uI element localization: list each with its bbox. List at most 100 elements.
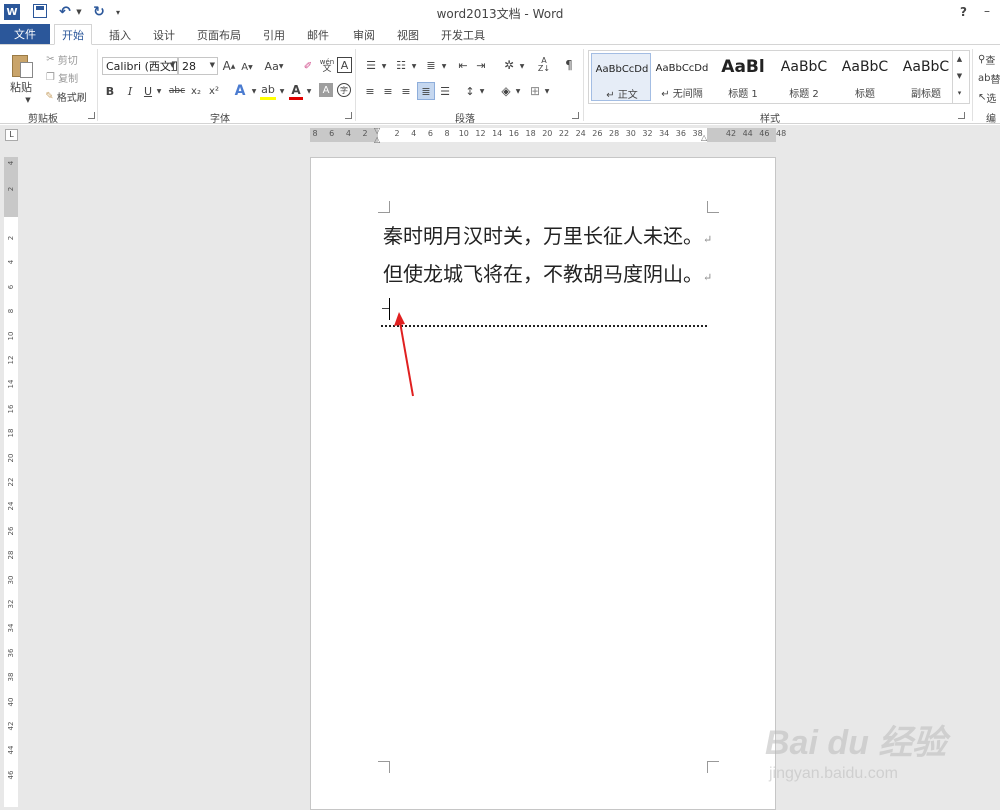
grow-font-button[interactable]: A ▲ — [222, 58, 236, 74]
ruler-number: 38 — [7, 672, 15, 682]
line-spacing-icon[interactable]: ↕ — [462, 83, 478, 99]
style-item-subtitle[interactable]: AaBbC 副标题 — [896, 53, 956, 101]
document-line-1[interactable]: 秦时明月汉时关，万里长征人未还。↵ — [383, 220, 712, 249]
gallery-more-icon[interactable]: ▾ — [953, 85, 966, 102]
underline-button[interactable]: U — [142, 83, 154, 99]
paste-dropdown-icon[interactable]: ▼ — [24, 95, 32, 105]
decrease-indent-icon[interactable]: ⇤ — [455, 57, 471, 73]
clear-formatting-icon[interactable]: ✐ — [300, 58, 316, 74]
crop-mark — [707, 761, 719, 773]
cursor-icon: ↖ — [978, 91, 987, 103]
styles-launcher-icon[interactable] — [958, 112, 965, 119]
sort-icon[interactable]: A Z↓ — [536, 55, 552, 75]
first-line-indent-marker[interactable]: ▽ — [374, 126, 380, 135]
strikethrough-button[interactable]: abc — [168, 83, 186, 99]
ruler-number: 44 — [7, 745, 15, 755]
vertical-ruler[interactable]: 4 2 2 4 6 8 10 12 14 16 18 20 22 24 26 28 30 32 34 36 38 40 42… — [4, 157, 18, 807]
align-left-icon[interactable]: ≡ — [362, 83, 378, 99]
title-bar: W ↶ ▼ ↻ ▾ word2013文档 - Word ? – — [0, 0, 1000, 24]
tab-page-layout[interactable]: 页面布局 — [194, 24, 244, 45]
change-case-button[interactable]: Aa ▼ — [262, 58, 286, 74]
help-button[interactable]: ? — [960, 5, 967, 19]
horizontal-ruler[interactable]: 8642 2 4 6 8 10 12 14 16 18 20 22 24 26 28 30 32 34 36 38 4… — [310, 126, 786, 144]
ruler-number: 18 — [7, 428, 15, 438]
text-effects-dropdown-icon[interactable]: ▼ — [250, 85, 258, 97]
underline-dropdown-icon[interactable]: ▼ — [155, 85, 163, 97]
copy-icon: ❐ — [45, 71, 55, 83]
clipboard-launcher-icon[interactable] — [88, 112, 95, 119]
copy-button[interactable]: ❐ 复制 — [42, 70, 82, 85]
hanging-indent-marker[interactable]: △ — [374, 135, 380, 144]
multilevel-list-icon[interactable]: ≣ — [422, 57, 440, 73]
style-gallery-scroll[interactable]: ▲ ▼ ▾ — [952, 51, 966, 103]
chevron-down-icon[interactable]: ▼ — [953, 68, 966, 85]
format-painter-button[interactable]: ✎ 格式刷 — [42, 89, 90, 104]
tab-references[interactable]: 引用 — [256, 24, 292, 45]
tab-insert[interactable]: 插入 — [102, 24, 138, 45]
style-item-heading-2[interactable]: AaBbC 标题 2 — [774, 53, 834, 101]
font-family-select[interactable]: Calibri (西文正 ▼ — [102, 57, 178, 75]
style-item-heading-1[interactable]: AaBl 标题 1 — [713, 53, 773, 101]
style-item-no-spacing[interactable]: AaBbCcDd ↵ 无间隔 — [652, 53, 712, 101]
enclosed-character-icon[interactable]: 字 — [337, 83, 351, 97]
shading-icon[interactable]: ◈ — [498, 83, 514, 99]
tab-file[interactable]: 文件 — [0, 24, 50, 44]
style-item-title[interactable]: AaBbC 标题 — [835, 53, 895, 101]
find-button[interactable]: ⚲ 查 — [978, 51, 1000, 67]
tab-home[interactable]: 开始 — [54, 24, 92, 45]
numbering-icon[interactable]: ☷ — [392, 57, 410, 73]
chevron-up-icon[interactable]: ▲ — [953, 51, 966, 68]
right-indent-marker[interactable]: △ — [701, 133, 707, 142]
ruler-number: 40 — [7, 697, 15, 707]
italic-button[interactable]: I — [124, 83, 136, 99]
replace-button[interactable]: ab 替 — [978, 70, 1000, 86]
tab-developer[interactable]: 开发工具 — [436, 24, 490, 45]
document-line-2[interactable]: 但使龙城飞将在，不教胡马度阴山。↵ — [383, 258, 712, 287]
font-color-button[interactable]: A — [289, 82, 303, 100]
increase-indent-icon[interactable]: ⇥ — [473, 57, 489, 73]
borders-dropdown-icon[interactable]: ▼ — [543, 85, 551, 97]
line-spacing-dropdown-icon[interactable]: ▼ — [478, 85, 486, 97]
character-shading-icon[interactable]: A — [319, 83, 333, 97]
highlight-icon[interactable]: ab — [260, 82, 276, 100]
font-color-dropdown-icon[interactable]: ▼ — [305, 85, 313, 97]
distributed-icon[interactable]: ☰ — [437, 83, 453, 99]
tab-design[interactable]: 设计 — [146, 24, 182, 45]
group-label-paragraph: 段落 — [455, 114, 475, 125]
asian-layout-dropdown-icon[interactable]: ▼ — [518, 60, 526, 72]
style-item-normal[interactable]: AaBbCcDd ↵ 正文 — [591, 53, 651, 101]
tab-review[interactable]: 审阅 — [346, 24, 382, 45]
paste-button[interactable]: 粘贴 — [6, 80, 36, 94]
highlight-dropdown-icon[interactable]: ▼ — [278, 85, 286, 97]
superscript-button[interactable]: x² — [207, 83, 221, 99]
bold-button[interactable]: B — [104, 83, 116, 99]
tab-view[interactable]: 视图 — [390, 24, 426, 45]
bullets-dropdown-icon[interactable]: ▼ — [380, 60, 388, 72]
crop-mark — [378, 761, 390, 773]
numbering-dropdown-icon[interactable]: ▼ — [410, 60, 418, 72]
bullets-icon[interactable]: ☰ — [362, 57, 380, 73]
select-button[interactable]: ↖ 选 — [978, 89, 1000, 105]
align-center-icon[interactable]: ≡ — [380, 83, 396, 99]
font-launcher-icon[interactable] — [345, 112, 352, 119]
paste-icon[interactable] — [10, 53, 34, 79]
paragraph-launcher-icon[interactable] — [572, 112, 579, 119]
subscript-button[interactable]: x₂ — [189, 83, 203, 99]
asian-layout-icon[interactable]: ✲ — [500, 57, 518, 73]
multilevel-dropdown-icon[interactable]: ▼ — [440, 60, 448, 72]
character-border-button[interactable]: A — [337, 57, 352, 73]
show-marks-icon[interactable]: ¶ — [562, 57, 576, 73]
document-page[interactable]: 秦时明月汉时关，万里长征人未还。↵ 但使龙城飞将在，不教胡马度阴山。↵ — [310, 157, 776, 810]
phonetic-guide-button[interactable]: wén 文 — [319, 57, 335, 75]
justify-icon[interactable]: ≣ — [417, 82, 435, 100]
minimize-button[interactable]: – — [984, 4, 990, 18]
cut-button[interactable]: ✂ 剪切 — [42, 52, 82, 67]
tab-mailings[interactable]: 邮件 — [300, 24, 336, 45]
shading-dropdown-icon[interactable]: ▼ — [514, 85, 522, 97]
align-right-icon[interactable]: ≡ — [398, 83, 414, 99]
font-size-select[interactable]: 28 ▼ — [178, 57, 218, 75]
borders-icon[interactable]: ⊞ — [527, 83, 543, 99]
shrink-font-button[interactable]: A ▼ — [240, 59, 254, 75]
text-effects-icon[interactable]: A — [232, 82, 248, 100]
tab-selector-icon[interactable]: L — [5, 129, 18, 141]
